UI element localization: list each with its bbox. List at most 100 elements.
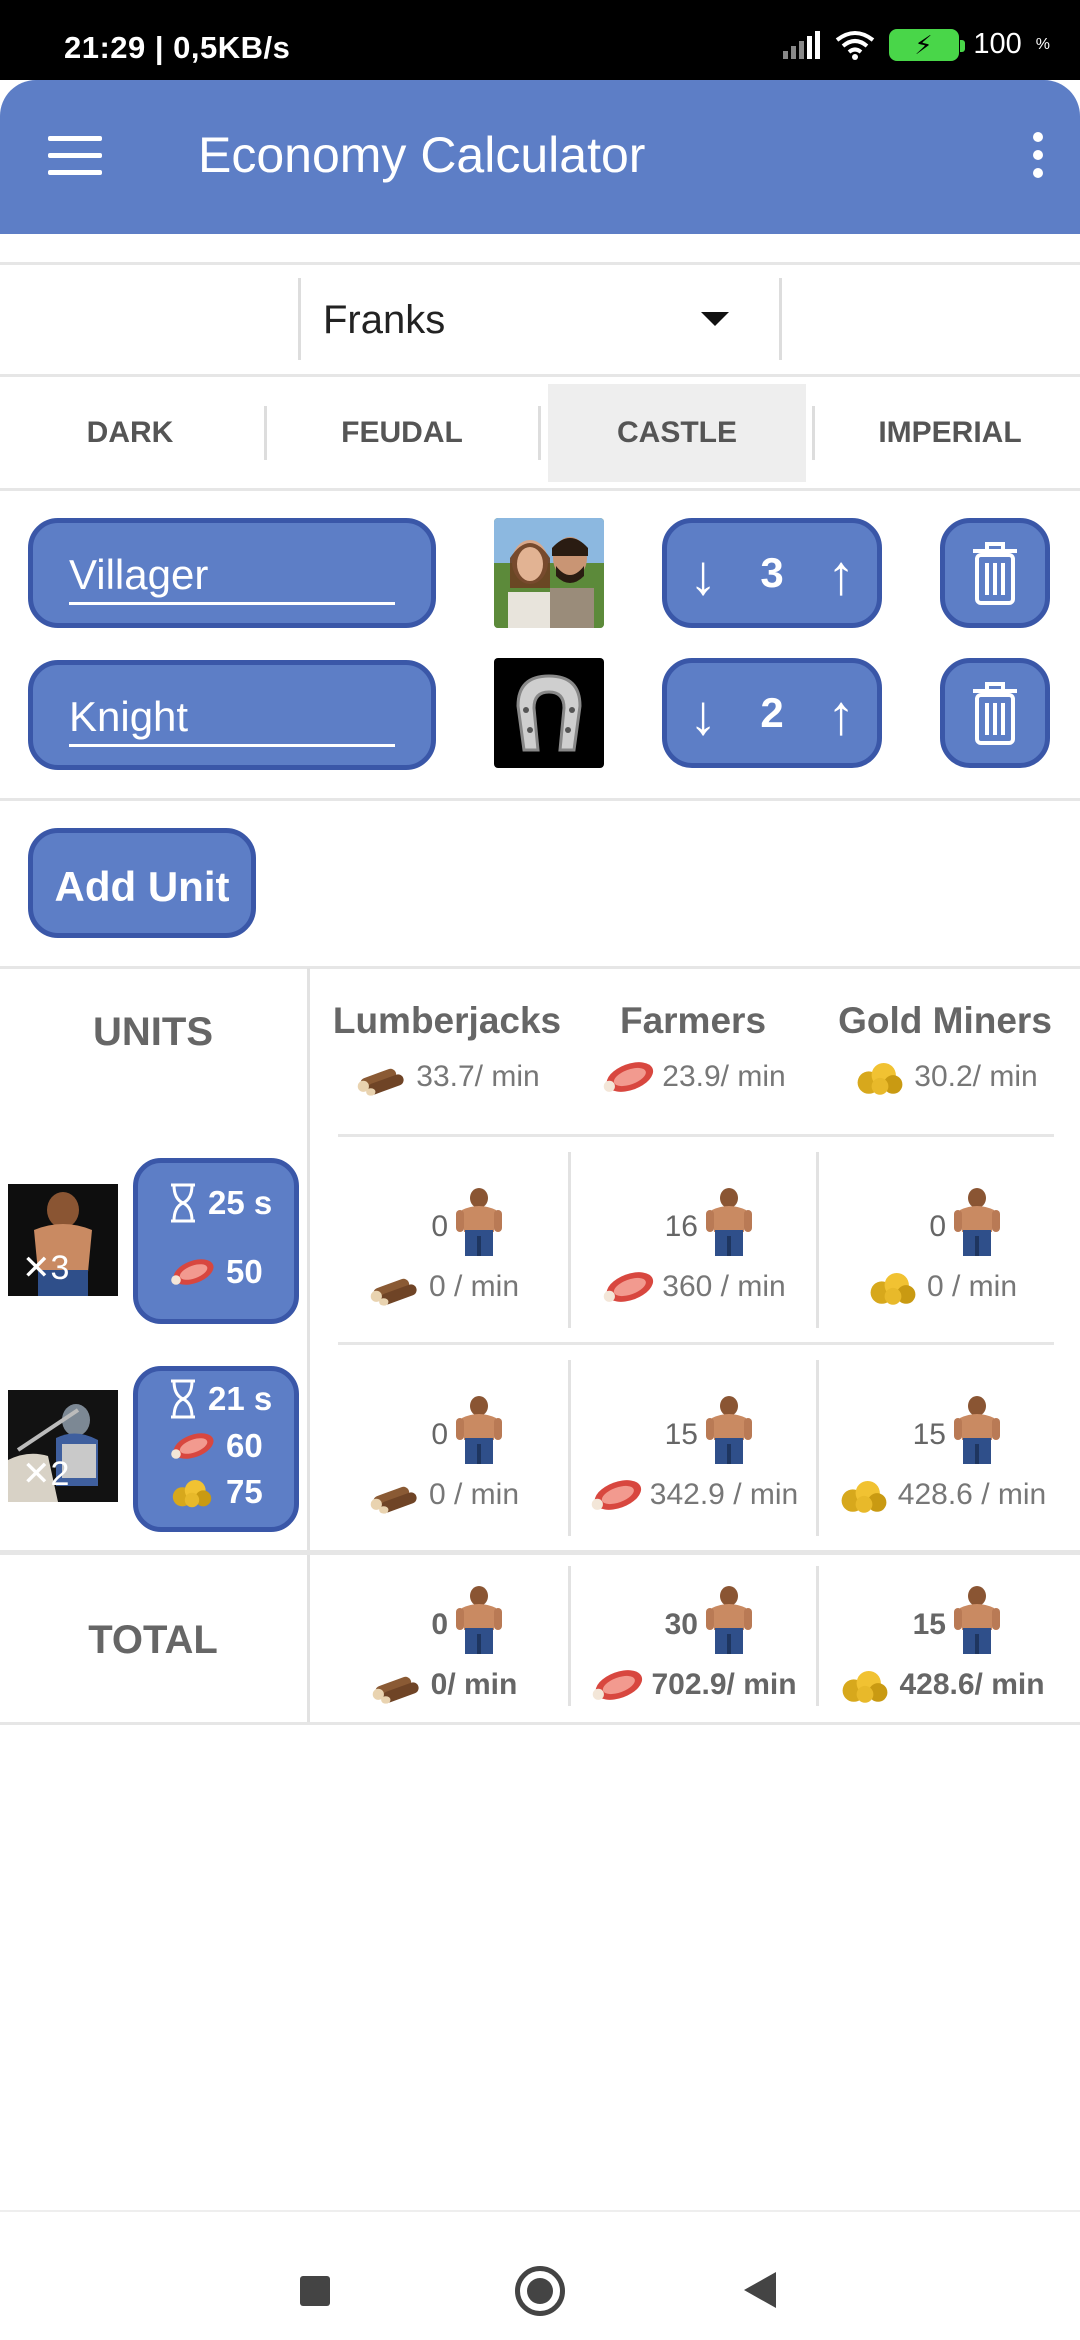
worker-count: 15 — [664, 1418, 698, 1451]
cell-rate: 428.6 / min — [818, 1476, 1064, 1514]
worker-icon — [704, 1584, 754, 1656]
unit-name-field[interactable]: Knight — [28, 660, 436, 770]
wood-icon — [369, 1666, 425, 1704]
add-unit-button[interactable]: Add Unit — [28, 828, 256, 938]
table-divider — [307, 968, 310, 1724]
cell-rate: 0 / min — [818, 1268, 1064, 1306]
food-cost: 60 — [226, 1427, 263, 1464]
status-icons: ⚡ 100% — [781, 28, 1050, 61]
total-label: TOTAL — [88, 1618, 218, 1662]
field-underline — [69, 744, 395, 747]
knight-thumbnail: ✕2 — [8, 1390, 118, 1502]
divider — [0, 262, 1080, 265]
increase-icon[interactable]: ↑ — [827, 535, 855, 615]
divider — [0, 374, 1080, 377]
worker-count: 30 — [664, 1608, 698, 1641]
increase-icon[interactable]: ↑ — [827, 675, 855, 755]
total-cell: 0 0/ min — [320, 1574, 566, 1744]
rate-value: 360 / min — [662, 1270, 786, 1303]
column-name: Farmers — [619, 1000, 767, 1041]
cell-rate: 360 / min — [570, 1268, 816, 1306]
rate-value: 342.9 / min — [649, 1478, 799, 1511]
civ-dropdown[interactable]: Franks — [298, 278, 782, 360]
divider — [0, 1722, 1080, 1725]
add-unit-label: Add Unit — [54, 863, 230, 910]
meat-icon — [600, 1268, 656, 1306]
divider — [338, 1134, 1054, 1137]
home-icon[interactable] — [515, 2266, 565, 2316]
wood-icon — [367, 1476, 423, 1514]
worker-icon — [454, 1186, 504, 1258]
rate-value: 0 / min — [926, 1270, 1018, 1303]
rate-value: 0/ min — [430, 1668, 518, 1701]
rate-value: 33.7/ min — [416, 1060, 540, 1093]
table-cell: 0 0 / min — [818, 1176, 1064, 1346]
hourglass-icon — [168, 1183, 198, 1223]
tab-castle[interactable]: CASTLE — [548, 384, 806, 482]
more-vert-icon[interactable] — [1028, 132, 1048, 182]
table-cell: 15 342.9 / min — [570, 1384, 816, 1554]
wood-icon — [354, 1058, 410, 1096]
tab-divider — [538, 406, 541, 460]
unit-count-stepper[interactable]: ↓ 3 ↑ — [662, 518, 882, 628]
column-rate: 23.9/ min — [568, 1058, 818, 1096]
gold-icon — [852, 1058, 908, 1096]
worker-icon — [454, 1584, 504, 1656]
hamburger-menu-icon[interactable] — [48, 136, 102, 176]
cell-rate: 342.9 / min — [570, 1476, 816, 1514]
divider — [0, 798, 1080, 801]
tab-feudal[interactable]: FEUDAL — [270, 384, 534, 482]
horseshoe-icon — [494, 658, 604, 768]
villager-portrait — [494, 518, 604, 628]
rate-value: 0 / min — [428, 1270, 520, 1303]
rate-value: 702.9/ min — [651, 1668, 797, 1701]
app-bar: Economy Calculator — [0, 80, 1080, 234]
worker-icon — [952, 1186, 1002, 1258]
meat-icon — [168, 1255, 216, 1289]
back-icon[interactable] — [744, 2272, 776, 2308]
units-header: UNITS — [93, 1010, 213, 1054]
battery-level: 100 — [973, 28, 1022, 60]
train-time: 25 s — [208, 1184, 273, 1221]
column-header-farmers: Farmers 23.9/ min — [568, 1000, 818, 1096]
unit-name-field[interactable]: Villager — [28, 518, 436, 628]
table-cell: 0 0 / min — [320, 1384, 566, 1554]
age-tabs: DARK FEUDAL CASTLE IMPERIAL — [0, 384, 1080, 484]
unit-count-stepper[interactable]: ↓ 2 ↑ — [662, 658, 882, 768]
wood-icon — [367, 1268, 423, 1306]
divider — [0, 488, 1080, 491]
field-underline — [69, 602, 395, 605]
worker-icon — [952, 1584, 1002, 1656]
worker-icon — [704, 1394, 754, 1466]
delete-unit-button[interactable] — [940, 658, 1050, 768]
wifi-icon — [836, 30, 875, 60]
gold-icon — [836, 1476, 892, 1514]
tab-dark[interactable]: DARK — [0, 384, 260, 482]
status-bar: 21:29 | 0,5KB/s ⚡ 100% — [0, 0, 1080, 80]
signal-icon — [783, 30, 821, 59]
total-cell: 15 428.6/ min — [818, 1574, 1064, 1744]
unit-name-value: Knight — [69, 693, 189, 740]
cell-rate: 0 / min — [320, 1476, 566, 1514]
rate-value: 30.2/ min — [914, 1060, 1038, 1093]
trash-icon — [969, 679, 1021, 747]
system-nav-bar — [0, 2210, 1080, 2340]
worker-icon — [952, 1394, 1002, 1466]
cell-rate: 0 / min — [320, 1268, 566, 1306]
dropdown-arrow-icon — [701, 312, 729, 326]
villager-thumbnail: ✕3 — [8, 1184, 118, 1296]
recents-icon[interactable] — [300, 2276, 330, 2306]
food-cost: 50 — [226, 1253, 263, 1290]
tab-imperial[interactable]: IMPERIAL — [820, 384, 1080, 482]
meat-icon — [589, 1666, 645, 1704]
civ-dropdown-value: Franks — [323, 298, 446, 342]
worker-icon — [704, 1186, 754, 1258]
unit-multiplier: ✕3 — [22, 1249, 70, 1287]
tab-divider — [264, 406, 267, 460]
column-header-lumberjacks: Lumberjacks 33.7/ min — [322, 1000, 572, 1096]
worker-count: 15 — [912, 1418, 946, 1451]
column-name: Gold Miners — [838, 1000, 1052, 1041]
gold-cost: 75 — [226, 1473, 263, 1510]
cell-rate: 702.9/ min — [570, 1666, 816, 1704]
delete-unit-button[interactable] — [940, 518, 1050, 628]
